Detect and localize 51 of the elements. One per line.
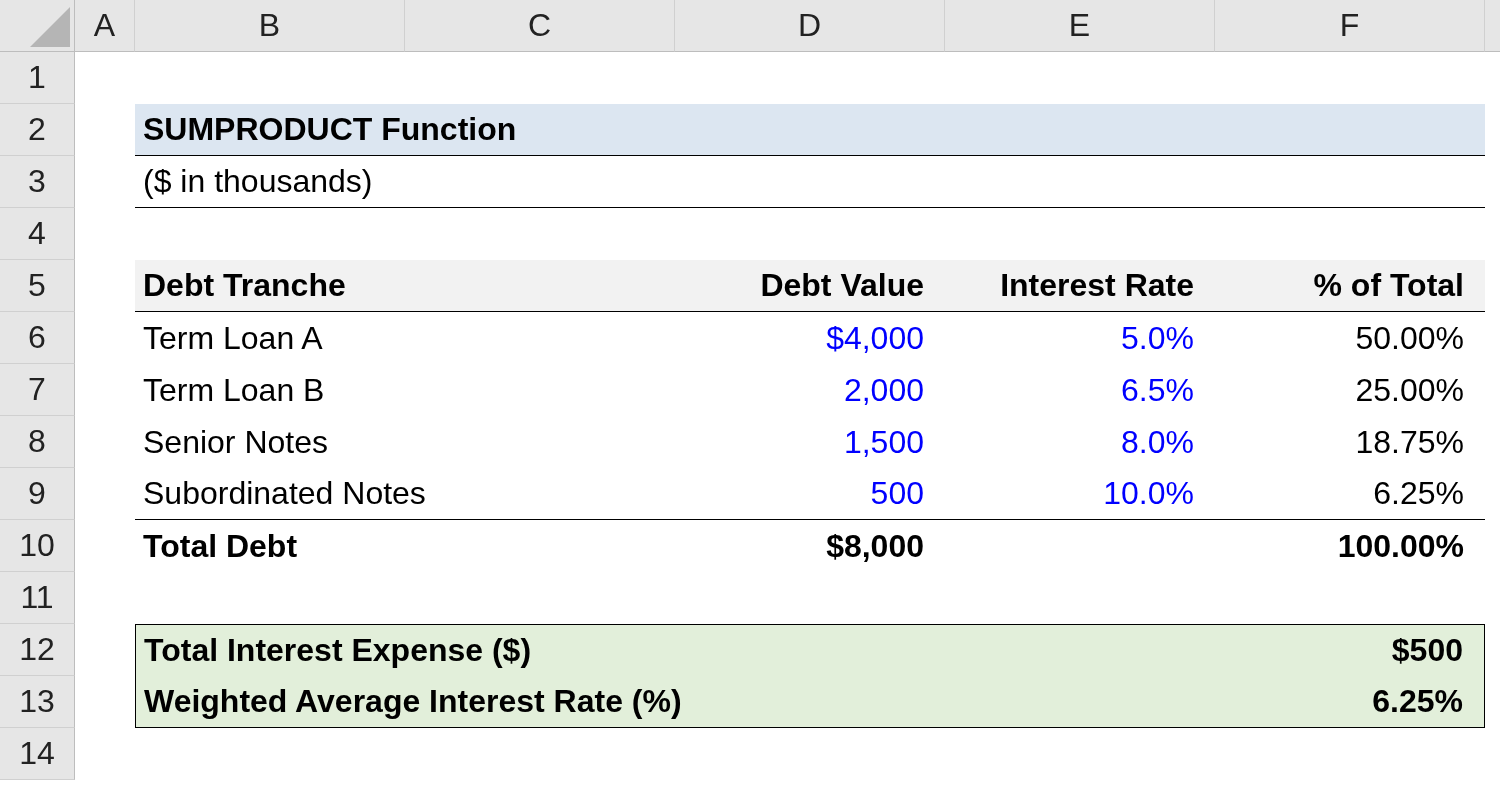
row-header[interactable]: 14 (0, 728, 75, 780)
column-header[interactable]: C (405, 0, 675, 52)
table-cell-text: $4,000 (826, 319, 925, 357)
row-header[interactable]: 1 (0, 52, 75, 104)
table-cell-text: 5.0% (1121, 319, 1195, 357)
summary-label: Total Interest Expense ($) (144, 632, 532, 669)
column-heading: Debt Value (760, 267, 925, 304)
column-heading: Interest Rate (1000, 267, 1195, 304)
row-header[interactable]: 11 (0, 572, 75, 624)
total-cell-text: $8,000 (826, 527, 925, 565)
row-header[interactable]: 13 (0, 676, 75, 728)
row-header[interactable]: 9 (0, 468, 75, 520)
table-cell-text: 25.00% (1355, 371, 1465, 409)
table-cell-text: 50.00% (1355, 319, 1465, 357)
summary-value: 6.25% (1372, 683, 1463, 720)
row-header[interactable]: 4 (0, 208, 75, 260)
row-header[interactable]: 12 (0, 624, 75, 676)
column-header[interactable]: F (1215, 0, 1485, 52)
column-heading: % of Total (1313, 267, 1465, 304)
row-header[interactable]: 3 (0, 156, 75, 208)
table-cell-text: 10.0% (1103, 475, 1195, 512)
table-cell-text: Term Loan B (142, 371, 325, 409)
row-header[interactable]: 5 (0, 260, 75, 312)
table-cell-text: 500 (870, 475, 925, 512)
row-header[interactable]: 10 (0, 520, 75, 572)
table-cell-text: 2,000 (843, 371, 925, 409)
row-header[interactable]: 6 (0, 312, 75, 364)
row-header[interactable]: 7 (0, 364, 75, 416)
table-cell-text: 1,500 (843, 423, 925, 461)
sheet-subtitle: ($ in thousands) (135, 156, 1485, 208)
column-header[interactable]: D (675, 0, 945, 52)
column-header[interactable]: B (135, 0, 405, 52)
row-header[interactable]: 8 (0, 416, 75, 468)
table-cell-text: Term Loan A (142, 319, 323, 357)
table-cell-text: Senior Notes (142, 423, 328, 461)
sheet-title: SUMPRODUCT Function (135, 104, 1485, 156)
column-header[interactable]: A (75, 0, 135, 52)
table-cell-text: Subordinated Notes (142, 475, 426, 512)
table-cell-text: 6.5% (1121, 371, 1195, 409)
header-strip (1485, 0, 1500, 52)
column-heading: Debt Tranche (142, 267, 346, 304)
row-header[interactable]: 2 (0, 104, 75, 156)
table-cell-text: 8.0% (1121, 423, 1195, 461)
total-cell-text: 100.00% (1337, 527, 1465, 565)
summary-value: $500 (1391, 632, 1463, 669)
column-header[interactable]: E (945, 0, 1215, 52)
table-cell-text: 18.75% (1355, 423, 1465, 461)
table-cell-text: 6.25% (1373, 475, 1465, 512)
summary-label: Weighted Average Interest Rate (%) (144, 683, 682, 720)
total-cell-text: Total Debt (142, 527, 298, 565)
select-all-icon[interactable] (30, 7, 70, 47)
